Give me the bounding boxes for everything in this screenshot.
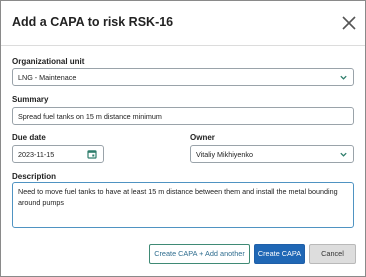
description-value: Need to move fuel tanks to have at least… bbox=[18, 187, 338, 207]
summary-label: Summary bbox=[12, 95, 49, 104]
close-icon bbox=[342, 16, 356, 30]
description-textarea[interactable]: Need to move fuel tanks to have at least… bbox=[12, 182, 354, 228]
chevron-down-icon bbox=[340, 75, 347, 80]
org-unit-select[interactable]: LNG - Maintenace bbox=[12, 68, 354, 86]
dialog-header: Add a CAPA to risk RSK-16 bbox=[1, 1, 365, 46]
description-label: Description bbox=[12, 172, 57, 181]
create-capa-button[interactable]: Create CAPA bbox=[254, 244, 305, 264]
create-capa-add-another-button[interactable]: Create CAPA + Add another bbox=[149, 244, 250, 264]
owner-value: Vitaliy Mikhiyenko bbox=[196, 150, 253, 159]
due-date-input[interactable]: 2023-11-15 bbox=[12, 145, 104, 163]
org-unit-value: LNG - Maintenace bbox=[18, 73, 77, 82]
summary-value: Spread fuel tanks on 15 m distance minim… bbox=[18, 112, 162, 121]
calendar-icon[interactable] bbox=[87, 149, 97, 159]
org-unit-label: Organizational unit bbox=[12, 57, 85, 66]
close-button[interactable] bbox=[339, 13, 359, 33]
owner-label: Owner bbox=[190, 133, 215, 142]
chevron-down-icon bbox=[340, 152, 347, 157]
summary-input[interactable]: Spread fuel tanks on 15 m distance minim… bbox=[12, 107, 354, 125]
add-capa-dialog: Add a CAPA to risk RSK-16 Organizational… bbox=[0, 0, 366, 277]
cancel-button[interactable]: Cancel bbox=[309, 244, 356, 264]
due-date-value: 2023-11-15 bbox=[18, 150, 55, 159]
due-date-label: Due date bbox=[12, 133, 46, 142]
owner-select[interactable]: Vitaliy Mikhiyenko bbox=[190, 145, 354, 163]
dialog-title: Add a CAPA to risk RSK-16 bbox=[12, 15, 174, 29]
